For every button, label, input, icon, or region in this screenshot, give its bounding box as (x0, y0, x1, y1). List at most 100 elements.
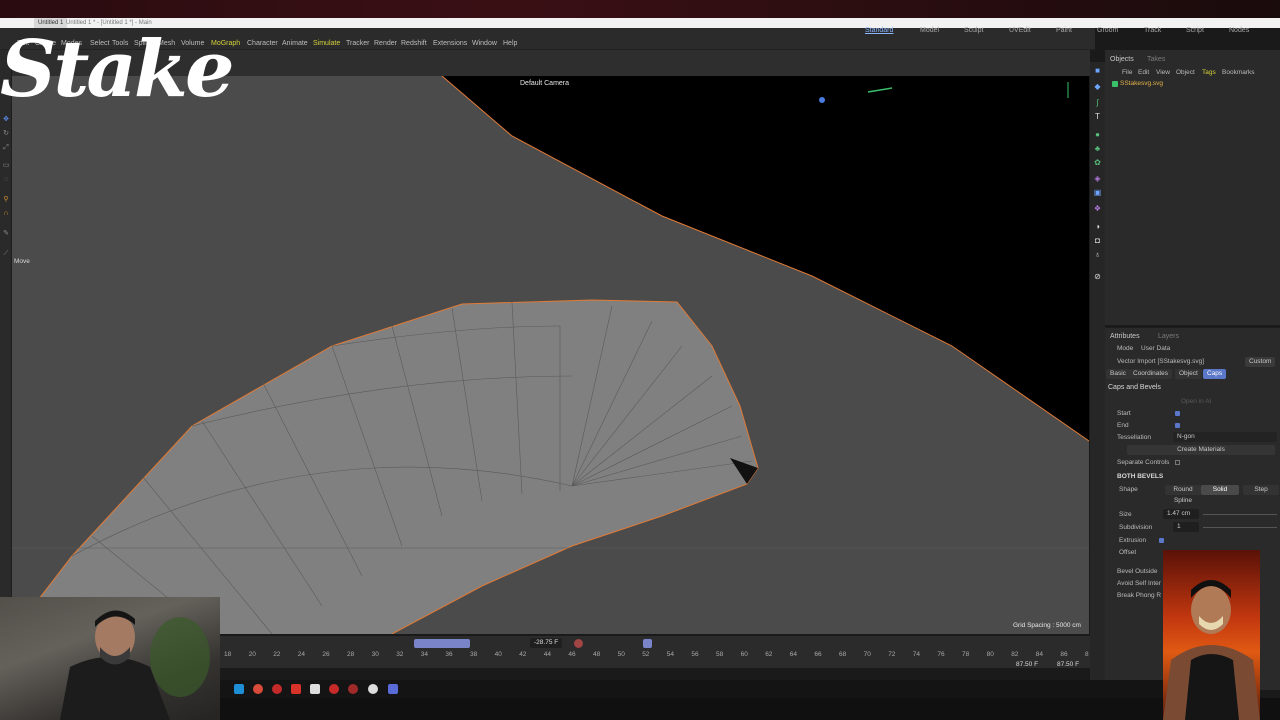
volume-icon[interactable]: ❖ (1093, 204, 1102, 213)
spline-icon[interactable]: ∫ (1093, 98, 1102, 107)
cube-icon[interactable]: ■ (1093, 66, 1102, 75)
camera-object-icon[interactable]: ◘ (1093, 236, 1102, 245)
layout-standard[interactable]: Standard (865, 27, 893, 34)
objects-menu-file[interactable]: File (1122, 69, 1132, 76)
both-bevels-header[interactable]: BOTH BEVELS (1117, 473, 1163, 480)
stake-logo-overlay: Stake (0, 24, 235, 115)
subtab-basic[interactable]: Basic (1106, 369, 1130, 379)
layout-model[interactable]: Model (920, 27, 939, 34)
layout-paint[interactable]: Paint (1056, 27, 1072, 34)
layout-nodes[interactable]: Nodes (1229, 27, 1249, 34)
record-app-icon[interactable] (329, 684, 339, 694)
subtab-coordinates[interactable]: Coordinates (1129, 369, 1173, 379)
objects-menu-object[interactable]: Object (1176, 69, 1195, 76)
current-frame-field[interactable]: -28.75 F (530, 638, 563, 648)
live-select-icon[interactable]: ◌ (2, 176, 10, 184)
create-materials-button[interactable]: Create Materials (1127, 445, 1275, 455)
menu-simulate[interactable]: Simulate (313, 40, 340, 47)
menu-redshift[interactable]: Redshift (401, 40, 427, 47)
cloner-icon[interactable]: ♣ (1093, 144, 1102, 153)
obs-icon[interactable] (348, 684, 358, 694)
app-icon-white[interactable] (310, 684, 320, 694)
subtab-object[interactable]: Object (1175, 369, 1202, 379)
record-icon[interactable] (574, 639, 583, 648)
mode-menu[interactable]: Mode (1117, 345, 1133, 352)
shape-spline-button[interactable]: Spline (1165, 496, 1201, 506)
camera-label[interactable]: Default Camera (520, 80, 569, 87)
shape-step-button[interactable]: Step (1243, 485, 1279, 495)
environment-icon[interactable]: ◑ (1093, 222, 1102, 231)
custom-button[interactable]: Custom (1245, 357, 1276, 367)
size-slider[interactable] (1203, 514, 1277, 515)
3d-viewport[interactable]: Default Camera Grid Spacing : 5000 cm Mo… (12, 76, 1089, 634)
timeline-end-a: 87.50 F (1016, 661, 1039, 668)
menu-extensions[interactable]: Extensions (433, 40, 467, 47)
layout-groom[interactable]: Groom (1097, 27, 1118, 34)
start-checkbox[interactable] (1175, 411, 1180, 416)
text-icon[interactable]: T (1093, 112, 1102, 121)
layout-script[interactable]: Script (1186, 27, 1204, 34)
objects-menu-edit[interactable]: Edit (1138, 69, 1149, 76)
timeline-tick: 44 (543, 651, 552, 658)
timeline-tick: 46 (568, 651, 576, 658)
timeline-tick: 52 (642, 651, 650, 658)
tessellation-dropdown[interactable]: N-gon (1173, 432, 1277, 442)
shape-solid-button[interactable]: Solid (1201, 485, 1239, 495)
layout-sculpt[interactable]: Sculpt (964, 27, 983, 34)
handle-point (819, 97, 825, 103)
magnet-icon[interactable]: ∩ (2, 210, 10, 218)
tab-layers[interactable]: Layers (1158, 333, 1179, 340)
tag-icon[interactable]: ⊘ (1093, 272, 1102, 281)
timeline-tick: 48 (593, 651, 601, 658)
primitive-icon[interactable]: ◆ (1093, 82, 1102, 91)
menu-render[interactable]: Render (374, 40, 397, 47)
app-icon-red[interactable] (291, 684, 301, 694)
menu-character[interactable]: Character (247, 40, 278, 47)
open-in-ai-button[interactable]: Open in AI (1181, 398, 1211, 405)
object-name: Vector Import [SStakesvg.svg] (1117, 358, 1205, 365)
select-tool-icon[interactable]: ▭ (2, 162, 10, 170)
timeline-tick: 18 (224, 651, 232, 658)
explorer-icon[interactable] (234, 684, 244, 694)
unreal-icon[interactable] (368, 684, 378, 694)
deformer-icon[interactable]: ◈ (1093, 174, 1102, 183)
subdivision-field[interactable]: 1 (1173, 522, 1199, 532)
effector-icon[interactable]: ✿ (1093, 158, 1102, 167)
tab-attributes[interactable]: Attributes (1110, 333, 1140, 340)
layout-uvedit[interactable]: UVEdit (1009, 27, 1031, 34)
objects-menu-bookmarks[interactable]: Bookmarks (1222, 69, 1255, 76)
end-checkbox[interactable] (1175, 423, 1180, 428)
cinema4d-icon[interactable] (388, 684, 398, 694)
field-icon[interactable]: ▣ (1093, 188, 1102, 197)
objects-menu-view[interactable]: View (1156, 69, 1170, 76)
extrusion-checkbox[interactable] (1159, 538, 1164, 543)
scale-tool-icon[interactable]: ⤢ (2, 144, 10, 152)
grid-spacing-label: Grid Spacing : 5000 cm (1013, 622, 1081, 629)
brush-icon[interactable]: ✎ (2, 230, 10, 238)
opera-icon[interactable] (272, 684, 282, 694)
object-item[interactable]: SStakesvg.svg (1120, 80, 1163, 87)
light-icon[interactable]: ♁ (1093, 250, 1102, 259)
layout-track[interactable]: Track (1144, 27, 1161, 34)
tab-objects[interactable]: Objects (1110, 56, 1134, 63)
separate-controls-checkbox[interactable] (1175, 460, 1180, 465)
subdivision-slider[interactable] (1203, 527, 1277, 528)
subtab-caps[interactable]: Caps (1203, 369, 1227, 379)
tab-takes[interactable]: Takes (1147, 56, 1165, 63)
menu-window[interactable]: Window (472, 40, 497, 47)
chrome-icon[interactable] (253, 684, 263, 694)
frame-navigation-buttons[interactable] (414, 639, 470, 648)
menu-help[interactable]: Help (503, 40, 517, 47)
menu-tracker[interactable]: Tracker (346, 40, 369, 47)
keyframe-icon[interactable] (643, 639, 652, 648)
snap-icon[interactable]: ⚲ (2, 196, 10, 204)
window-titlebar (0, 0, 1280, 18)
generator-icon[interactable]: ● (1093, 130, 1102, 139)
knife-icon[interactable]: ⟋ (2, 250, 10, 258)
user-data-menu[interactable]: User Data (1141, 345, 1170, 352)
rotate-tool-icon[interactable]: ↻ (2, 130, 10, 138)
size-field[interactable]: 1.47 cm (1163, 509, 1199, 519)
shape-round-button[interactable]: Round (1165, 485, 1201, 495)
menu-animate[interactable]: Animate (282, 40, 308, 47)
objects-menu-tags[interactable]: Tags (1202, 69, 1216, 76)
